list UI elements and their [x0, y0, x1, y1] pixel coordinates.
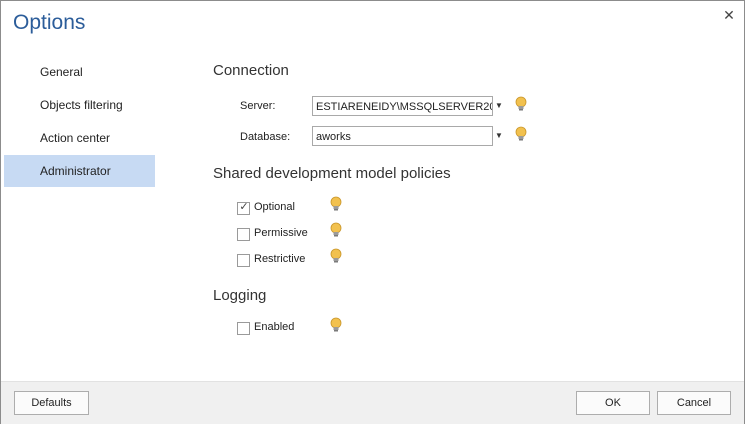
- optional-lightbulb-icon[interactable]: [329, 196, 343, 212]
- database-lightbulb-icon[interactable]: [514, 126, 528, 142]
- sidebar-item-objects-filtering[interactable]: Objects filtering: [4, 89, 155, 121]
- ok-button[interactable]: OK: [576, 391, 650, 415]
- restrictive-label: Restrictive: [254, 253, 306, 265]
- checkmark-icon: ✓: [239, 201, 249, 213]
- sidebar-nav: General Objects filtering Action center …: [4, 56, 155, 188]
- sidebar-item-general[interactable]: General: [4, 56, 155, 88]
- server-label: Server:: [240, 100, 276, 112]
- connection-heading: Connection: [213, 62, 289, 79]
- database-combobox[interactable]: aworks: [312, 126, 493, 146]
- logging-heading: Logging: [213, 287, 267, 304]
- enabled-checkbox[interactable]: [237, 322, 250, 335]
- options-dialog: Options ✕ General Objects filtering Acti…: [0, 0, 745, 424]
- restrictive-lightbulb-icon[interactable]: [329, 248, 343, 264]
- permissive-label: Permissive: [254, 227, 308, 239]
- permissive-lightbulb-icon[interactable]: [329, 222, 343, 238]
- dialog-title: Options: [13, 11, 86, 34]
- enabled-lightbulb-icon[interactable]: [329, 317, 343, 333]
- sidebar-item-action-center[interactable]: Action center: [4, 122, 155, 154]
- cancel-button[interactable]: Cancel: [657, 391, 731, 415]
- permissive-checkbox[interactable]: [237, 228, 250, 241]
- policies-heading: Shared development model policies: [213, 165, 451, 182]
- optional-label: Optional: [254, 201, 295, 213]
- optional-checkbox[interactable]: ✓: [237, 201, 250, 215]
- dialog-footer: Defaults OK Cancel: [1, 381, 744, 424]
- server-chevron-down-icon[interactable]: ▼: [494, 101, 504, 111]
- close-icon[interactable]: ✕: [720, 6, 738, 24]
- restrictive-checkbox[interactable]: [237, 254, 250, 267]
- enabled-label: Enabled: [254, 321, 295, 333]
- server-combobox[interactable]: ESTIARENEIDY\MSSQLSERVER2012: [312, 96, 493, 116]
- database-chevron-down-icon[interactable]: ▼: [494, 131, 504, 141]
- sidebar-item-administrator[interactable]: Administrator: [4, 155, 155, 187]
- database-label: Database:: [240, 131, 291, 143]
- server-lightbulb-icon[interactable]: [514, 96, 528, 112]
- defaults-button[interactable]: Defaults: [14, 391, 89, 415]
